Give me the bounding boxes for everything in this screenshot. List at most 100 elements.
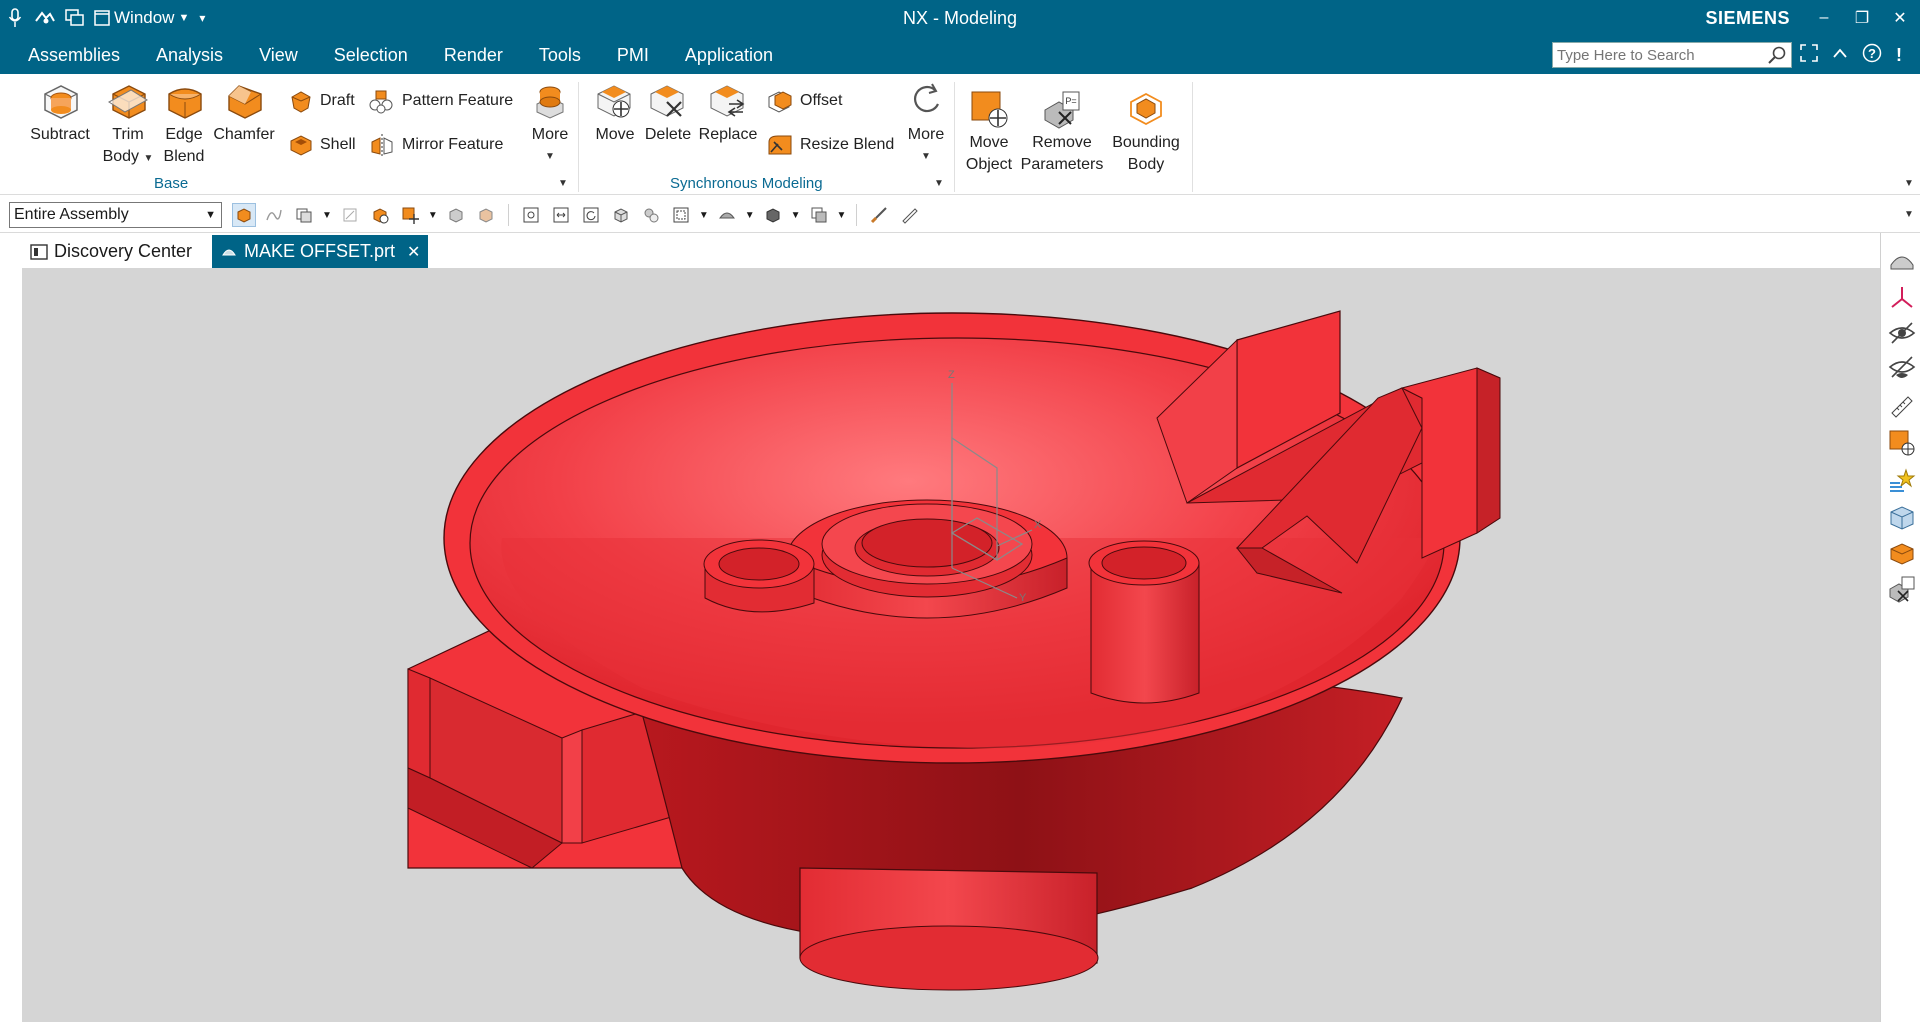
offset-region-button[interactable]: Offset <box>766 88 842 114</box>
close-icon[interactable]: ✕ <box>407 242 420 262</box>
chevron-down-icon: ▼ <box>178 12 190 24</box>
collapse-ribbon-icon[interactable] <box>1832 46 1848 64</box>
trim-body-button[interactable]: Trim Body ▼ <box>100 80 156 170</box>
chevron-down-icon[interactable]: ▼ <box>745 210 755 221</box>
full-screen-icon[interactable] <box>1800 43 1818 67</box>
chevron-down-icon[interactable]: ▼ <box>791 210 801 221</box>
close-icon[interactable]: ✕ <box>1888 8 1912 28</box>
subtract-label: Subtract <box>30 126 90 143</box>
menu-tools[interactable]: Tools <box>521 36 599 74</box>
graphics-window[interactable]: Z Y X <box>22 268 1880 1022</box>
menu-render[interactable]: Render <box>426 36 521 74</box>
chevron-down-icon[interactable]: ▼ <box>699 210 709 221</box>
command-finder-icon[interactable] <box>30 0 60 36</box>
mirror-feature-button[interactable]: Mirror Feature <box>368 132 503 158</box>
selection-toolbar: Entire Assembly ▼ ▼ ▼ ▼ ▼ ▼ ▼ ▼ <box>0 195 1920 233</box>
discovery-center-icon <box>30 243 48 260</box>
tab-discovery-center[interactable]: Discovery Center <box>22 235 200 268</box>
rotate-icon[interactable] <box>579 203 603 227</box>
shell-button[interactable]: Shell <box>288 132 356 158</box>
menu-view[interactable]: View <box>241 36 316 74</box>
select-components-icon[interactable] <box>292 203 316 227</box>
brush-icon[interactable] <box>867 203 891 227</box>
menu-selection[interactable]: Selection <box>316 36 426 74</box>
shaded-icon[interactable] <box>474 203 498 227</box>
offset-region-icon[interactable] <box>1888 539 1916 567</box>
solid-body-icon[interactable] <box>1888 503 1916 531</box>
microphone-icon[interactable] <box>0 0 30 36</box>
rendering-style-icon[interactable] <box>639 203 663 227</box>
move-face-button[interactable]: Move <box>590 80 640 146</box>
menu-application[interactable]: Application <box>667 36 791 74</box>
restore-icon[interactable]: ❐ <box>1850 8 1874 28</box>
search-input[interactable] <box>1553 43 1758 67</box>
chevron-down-icon: ▼ <box>143 153 154 164</box>
zoom-icon[interactable] <box>549 203 573 227</box>
select-features-icon[interactable] <box>232 203 256 227</box>
measure-icon[interactable] <box>1888 393 1916 421</box>
orient-view-icon[interactable] <box>609 203 633 227</box>
remove-parameters-button[interactable]: P= Remove Parameters <box>1018 88 1106 176</box>
edge-blend-label-2: Blend <box>163 148 205 165</box>
display-mode-icon[interactable] <box>761 203 785 227</box>
chevron-down-icon: ▼ <box>205 209 216 221</box>
part-navigator-icon[interactable] <box>1888 247 1916 275</box>
chevron-down-icon[interactable]: ▼ <box>837 210 847 221</box>
group-divider <box>578 82 579 192</box>
sync-group-expand-icon[interactable]: ▼ <box>934 178 944 189</box>
point-constructor-icon[interactable] <box>398 203 422 227</box>
wireframe-icon[interactable] <box>444 203 468 227</box>
edge-blend-button[interactable]: Edge Blend <box>160 80 208 168</box>
base-more-button[interactable]: More ▼ <box>526 80 574 168</box>
subtract-button[interactable]: Subtract <box>26 80 94 146</box>
window-menu[interactable]: Window ▼ ▾ <box>94 8 205 28</box>
select-in-view-icon[interactable] <box>338 203 362 227</box>
snap-point-icon[interactable] <box>368 203 392 227</box>
draft-button[interactable]: Draft <box>288 88 355 114</box>
bounding-body-button[interactable]: Bounding Body <box>1108 88 1184 176</box>
measure-tool-icon[interactable] <box>897 203 921 227</box>
trim-body-label-2: Body <box>102 148 140 165</box>
chamfer-button[interactable]: Chamfer <box>210 80 278 146</box>
hide-icon[interactable] <box>1888 319 1916 347</box>
resize-blend-button[interactable]: Resize Blend <box>766 132 894 158</box>
coordinate-system-icon[interactable] <box>1888 283 1916 311</box>
toolbar-divider <box>507 204 509 226</box>
select-curves-icon[interactable] <box>262 203 286 227</box>
view-frame-icon[interactable] <box>669 203 693 227</box>
section-view-icon[interactable] <box>715 203 739 227</box>
show-hide-icon[interactable] <box>1888 355 1916 383</box>
minimize-icon[interactable]: – <box>1812 9 1836 27</box>
replace-face-button[interactable]: Replace <box>696 80 760 146</box>
delete-face-button[interactable]: Delete <box>640 80 696 146</box>
menu-assemblies[interactable]: Assemblies <box>10 36 138 74</box>
siemens-logo: SIEMENS <box>1705 8 1790 28</box>
part-model: Z Y X <box>407 310 1501 991</box>
move-object-icon[interactable] <box>1888 429 1916 457</box>
chevron-down-icon[interactable]: ▼ <box>428 210 438 221</box>
selection-scope-dropdown[interactable]: Entire Assembly ▼ <box>9 202 222 228</box>
chevron-down-icon[interactable]: ▼ <box>322 210 332 221</box>
group-label-synchronous-modeling: Synchronous Modeling <box>670 175 823 192</box>
highlight-icon[interactable] <box>1888 467 1916 495</box>
chevron-down-icon: ▼ <box>921 151 931 162</box>
left-strip <box>0 233 22 1022</box>
search-icon[interactable] <box>1767 45 1787 70</box>
menu-analysis[interactable]: Analysis <box>138 36 241 74</box>
fit-icon[interactable] <box>519 203 543 227</box>
remove-parameters-icon[interactable] <box>1888 575 1916 603</box>
alert-icon[interactable]: ! <box>1896 45 1902 66</box>
delete-face-label: Delete <box>644 126 692 143</box>
pattern-feature-button[interactable]: Pattern Feature <box>368 88 513 114</box>
base-group-expand-icon[interactable]: ▼ <box>558 178 568 189</box>
move-object-button[interactable]: Move Object <box>960 88 1018 176</box>
sync-more-button[interactable]: More ▼ <box>900 80 952 168</box>
toolbar-options-icon[interactable]: ▼ <box>1904 209 1914 220</box>
window-switch-icon[interactable] <box>60 0 90 36</box>
layer-settings-icon[interactable] <box>807 203 831 227</box>
customize-toolbar-icon[interactable]: ▾ <box>199 11 205 25</box>
menu-pmi[interactable]: PMI <box>599 36 667 74</box>
help-icon[interactable]: ? <box>1862 43 1882 68</box>
ribbon-options-icon[interactable]: ▼ <box>1904 178 1914 189</box>
tab-make-offset[interactable]: MAKE OFFSET.prt ✕ <box>212 235 429 268</box>
